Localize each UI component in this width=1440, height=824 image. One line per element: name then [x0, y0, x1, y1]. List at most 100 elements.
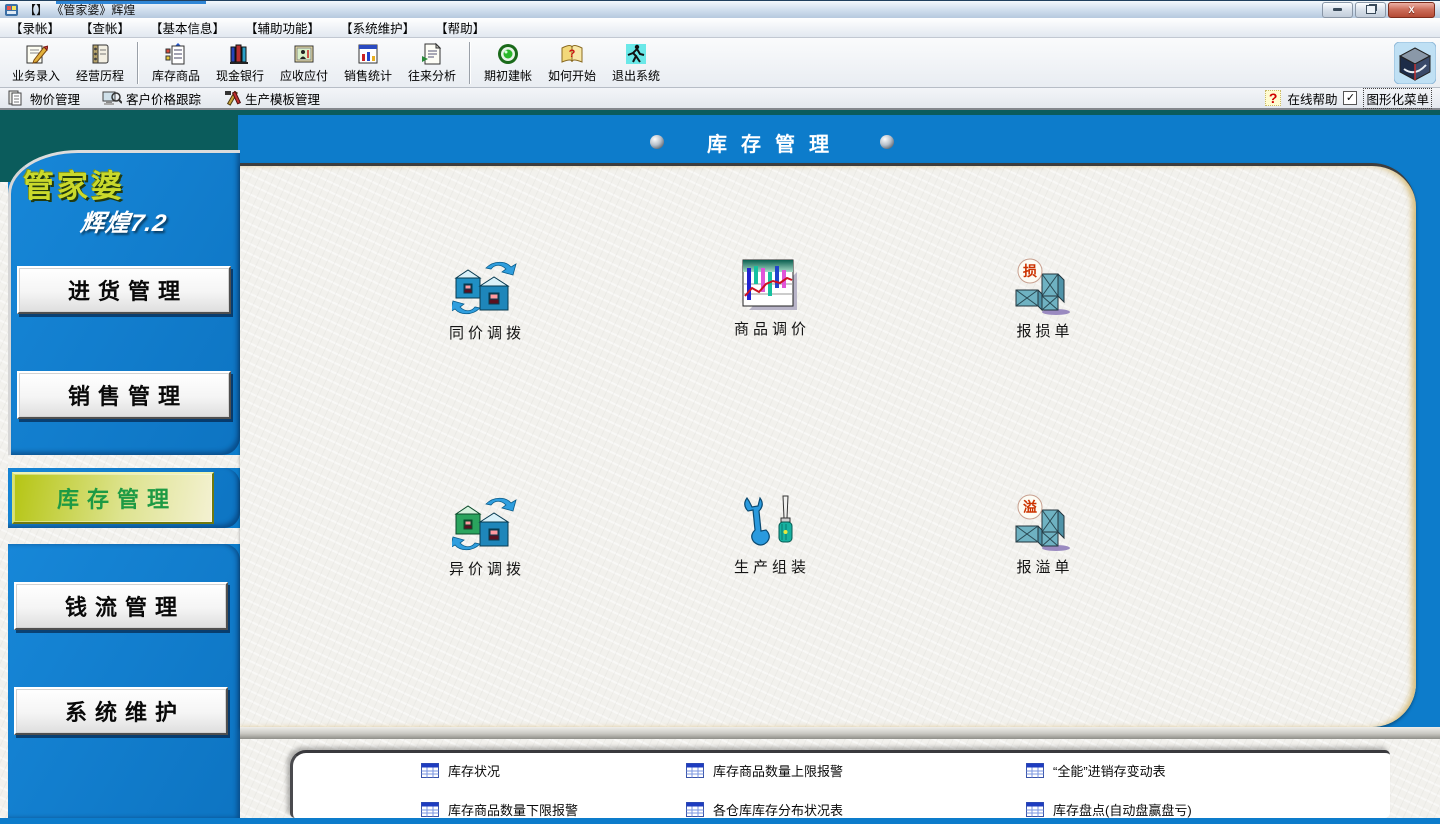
sidebar-item-system-maintenance[interactable]: 系统维护 [14, 687, 228, 735]
secondary-toolbar: 物价管理 客户价格跟踪 生产模板管理 ? 在线帮助 ✓ 图形化菜单 [0, 88, 1440, 110]
feature-production-assembly[interactable]: 生产组装 [695, 494, 845, 577]
business-history-icon [88, 42, 112, 66]
table-icon [421, 763, 439, 778]
table-icon [421, 802, 439, 817]
brand-logo-text: 管家婆 [23, 161, 125, 206]
toolbar-cash-bank[interactable]: 现金银行 [208, 42, 272, 84]
report-links-panel: 库存状况 库存商品数量上限报警 [290, 750, 1390, 818]
feature-label: 同价调拨 [410, 322, 560, 343]
table-icon [686, 802, 704, 817]
graphical-menu-label[interactable]: 图形化菜单 [1363, 88, 1432, 109]
toolbar-separator [469, 42, 471, 84]
toolbar-transactions-analysis[interactable]: 往来分析 [400, 42, 464, 84]
bottom-zone: 库存状况 库存商品数量上限报警 [240, 727, 1440, 824]
minimize-icon [1333, 8, 1342, 11]
sidebar-top-block: 管家婆 辉煌7.2 进货管理 销售管理 [8, 150, 240, 455]
toolbar2-price-management[interactable]: 物价管理 [8, 89, 80, 108]
menu-aux-functions[interactable]: 【辅助功能】 [235, 18, 330, 37]
toolbar-inventory-goods[interactable]: 库存商品 [144, 42, 208, 84]
feature-diff-price-transfer[interactable]: 异价调拨 [410, 494, 560, 579]
main-toolbar: 业务录入 经营历程 库存商品 [0, 38, 1440, 88]
menu-system-maintenance[interactable]: 【系统维护】 [330, 18, 425, 37]
feature-label: 商品调价 [695, 318, 845, 339]
table-icon [1026, 802, 1044, 817]
brand-version-text: 辉煌7.2 [79, 203, 170, 238]
customer-price-tracking-icon [102, 90, 122, 106]
close-icon: X [1408, 5, 1414, 15]
link-lower-limit-alarm[interactable]: 库存商品数量下限报警 [421, 800, 578, 819]
feature-loss-report[interactable]: 损 报损单 [968, 258, 1118, 341]
toolbar2-production-template[interactable]: 生产模板管理 [223, 89, 320, 108]
cash-bank-icon [228, 42, 252, 66]
sidebar-selected-block: 库存管理 [8, 468, 240, 528]
help-icon[interactable]: ? [1265, 90, 1282, 106]
restore-icon [1366, 5, 1376, 14]
page-title: 库存管理 [693, 128, 843, 157]
production-template-icon [223, 90, 241, 106]
checkbox-checked-icon: ✓ [1346, 93, 1355, 104]
exit-system-icon [624, 42, 648, 66]
toolbar-business-entry[interactable]: 业务录入 [4, 42, 68, 84]
receivable-payable-icon [292, 42, 316, 66]
overflow-report-icon: 溢 [1012, 494, 1074, 552]
menu-check[interactable]: 【查帐】 [70, 18, 140, 37]
same-price-transfer-icon [452, 258, 518, 318]
bottom-blue-strip [0, 818, 1440, 824]
sphere-icon [650, 135, 664, 149]
menu-basic-info[interactable]: 【基本信息】 [140, 18, 235, 37]
menu-help[interactable]: 【帮助】 [425, 18, 495, 37]
business-entry-icon [24, 42, 48, 66]
toolbar-initial-account[interactable]: 期初建帐 [476, 42, 540, 84]
toolbar-exit-system[interactable]: 退出系统 [604, 42, 668, 84]
sales-statistics-icon [356, 42, 380, 66]
app-window: 【】 《管家婆》辉煌 X 【录帐】 【查帐】 【基本信息】 【辅助功能】 【系统… [0, 0, 1440, 824]
sidebar-item-sales[interactable]: 销售管理 [17, 371, 231, 419]
overflow-badge-text: 溢 [1023, 499, 1037, 515]
link-allround-change-table[interactable]: “全能”进销存变动表 [1026, 761, 1166, 780]
price-management-icon [8, 90, 26, 106]
left-margin [0, 182, 8, 818]
sidebar-bottom-block: 钱流管理 系统维护 [8, 544, 240, 818]
link-inventory-status[interactable]: 库存状况 [421, 761, 500, 780]
table-icon [1026, 763, 1044, 778]
feature-label: 报溢单 [968, 556, 1118, 577]
close-button[interactable]: X [1388, 2, 1435, 18]
toolbar-sales-statistics[interactable]: 销售统计 [336, 42, 400, 84]
feature-label: 报损单 [968, 320, 1118, 341]
loss-badge-text: 损 [1023, 263, 1037, 279]
feature-same-price-transfer[interactable]: 同价调拨 [410, 258, 560, 343]
feature-overflow-report[interactable]: 溢 报溢单 [968, 494, 1118, 577]
svg-text:?: ? [569, 48, 576, 60]
toolbar-receivable-payable[interactable]: 应收应付 [272, 42, 336, 84]
toolbar-business-history[interactable]: 经营历程 [68, 42, 132, 84]
app-icon [5, 3, 19, 17]
sidebar-item-cashflow[interactable]: 钱流管理 [14, 582, 228, 630]
production-assembly-icon [741, 494, 799, 552]
sidebar-item-inventory[interactable]: 库存管理 [12, 472, 214, 524]
sidebar: 管家婆 辉煌7.2 进货管理 销售管理 库存管理 钱流管理 系统维护 [8, 150, 240, 818]
feature-goods-price-adjust[interactable]: 商品调价 [695, 258, 845, 339]
title-bar: 【】 《管家婆》辉煌 X [0, 0, 1440, 18]
link-upper-limit-alarm[interactable]: 库存商品数量上限报警 [686, 761, 843, 780]
transactions-analysis-icon [420, 42, 444, 66]
menu-record[interactable]: 【录帐】 [0, 18, 70, 37]
how-to-start-icon: ? [560, 42, 584, 66]
loss-report-icon: 损 [1012, 258, 1074, 316]
sphere-icon [880, 135, 894, 149]
feature-label: 异价调拨 [410, 558, 560, 579]
feature-label: 生产组装 [695, 556, 845, 577]
toolbar-separator [137, 42, 139, 84]
table-icon [686, 763, 704, 778]
toolbar2-customer-price-tracking[interactable]: 客户价格跟踪 [102, 89, 201, 108]
online-help-label[interactable]: 在线帮助 [1287, 89, 1337, 108]
minimize-button[interactable] [1322, 2, 1353, 18]
toolbar-how-to-start[interactable]: ? 如何开始 [540, 42, 604, 84]
sidebar-gap [8, 455, 240, 468]
restore-button[interactable] [1355, 2, 1386, 18]
sidebar-item-purchase[interactable]: 进货管理 [17, 266, 231, 314]
graphical-menu-checkbox[interactable]: ✓ [1343, 91, 1357, 105]
link-warehouse-distribution[interactable]: 各仓库库存分布状况表 [686, 800, 843, 819]
bottom-bevel-edge [240, 727, 1440, 739]
inventory-goods-icon [164, 42, 188, 66]
link-inventory-count[interactable]: 库存盘点(自动盘赢盘亏) [1026, 800, 1192, 819]
